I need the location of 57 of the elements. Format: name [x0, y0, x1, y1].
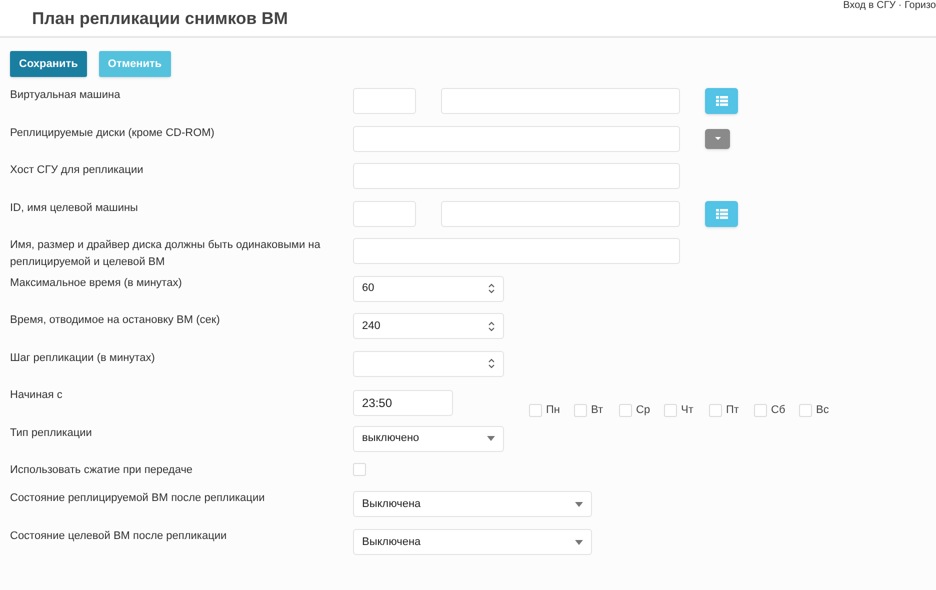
field-label: Максимальное время (в минутах): [9, 276, 183, 290]
day-label: Ср: [636, 403, 652, 418]
text-field[interactable]: [353, 238, 680, 264]
checkbox[interactable]: [709, 404, 722, 417]
field-label: Начиная с: [9, 388, 64, 403]
field-label: Использовать сжатие при передаче: [9, 463, 194, 478]
caret-icon: [714, 137, 720, 140]
field-label: Время, отводимое на остановку ВМ (сек): [9, 313, 221, 328]
time-field[interactable]: 23:50: [353, 390, 453, 416]
text-field[interactable]: [353, 163, 680, 189]
page-title: План репликации снимков ВМ: [32, 8, 288, 30]
caret-icon: [575, 502, 583, 506]
name-field[interactable]: [441, 88, 680, 114]
day-label: Чт: [681, 403, 694, 418]
number-field[interactable]: 240: [353, 313, 504, 339]
day-label: Пт: [726, 403, 740, 418]
number-field[interactable]: [353, 350, 504, 376]
select-field[interactable]: Выключена: [353, 491, 592, 517]
checkbox[interactable]: [574, 404, 587, 417]
field-label: Состояние целевой ВМ после репликации: [9, 529, 228, 544]
name-field[interactable]: [441, 200, 680, 226]
dropdown-button[interactable]: [705, 128, 730, 148]
caret-icon: [487, 436, 495, 441]
disks-field[interactable]: [353, 126, 680, 152]
field-label: Виртуальная машина: [9, 88, 122, 103]
spinner-icon: [488, 320, 495, 332]
checkbox[interactable]: [529, 404, 542, 417]
number-field[interactable]: 60: [353, 276, 504, 302]
user-link[interactable]: Вход в СГУ · Горизо: [843, 0, 936, 12]
day-label: Вт: [591, 403, 604, 418]
id-field[interactable]: [353, 200, 416, 226]
field-label: Состояние реплицируемой ВМ после репликации: [9, 491, 266, 506]
day-label: Сб: [771, 403, 786, 418]
list-button[interactable]: [705, 200, 738, 226]
field-label: Имя, размер и драйвер диска должны быть одинаковыми на реплицируемой и целевой ВМ: [9, 238, 322, 270]
spinner-icon: [488, 358, 495, 369]
field-label: ID, имя целевой машины: [9, 200, 139, 216]
field-label: Реплицируемые диски (кроме CD-ROM): [9, 126, 216, 140]
list-icon: [716, 208, 728, 218]
day-label: Пн: [546, 403, 561, 418]
field-label: Хост СГУ для репликации: [9, 163, 144, 178]
checkbox[interactable]: [754, 404, 767, 417]
list-icon: [716, 96, 728, 106]
select-field[interactable]: выключено: [353, 426, 504, 452]
save-button[interactable]: Сохранить: [10, 51, 87, 77]
caret-icon: [575, 540, 583, 544]
day-label: Вс: [816, 403, 830, 418]
checkbox[interactable]: [619, 404, 632, 417]
field-label: Шаг репликации (в минутах): [9, 350, 156, 366]
checkbox[interactable]: [799, 404, 812, 417]
id-field[interactable]: [353, 88, 416, 114]
select-field[interactable]: Выключена: [353, 529, 592, 555]
spinner-icon: [488, 283, 495, 294]
field-label: Тип репликации: [9, 426, 93, 440]
list-button[interactable]: [705, 88, 738, 114]
checkbox[interactable]: [353, 463, 366, 476]
checkbox[interactable]: [664, 404, 677, 417]
